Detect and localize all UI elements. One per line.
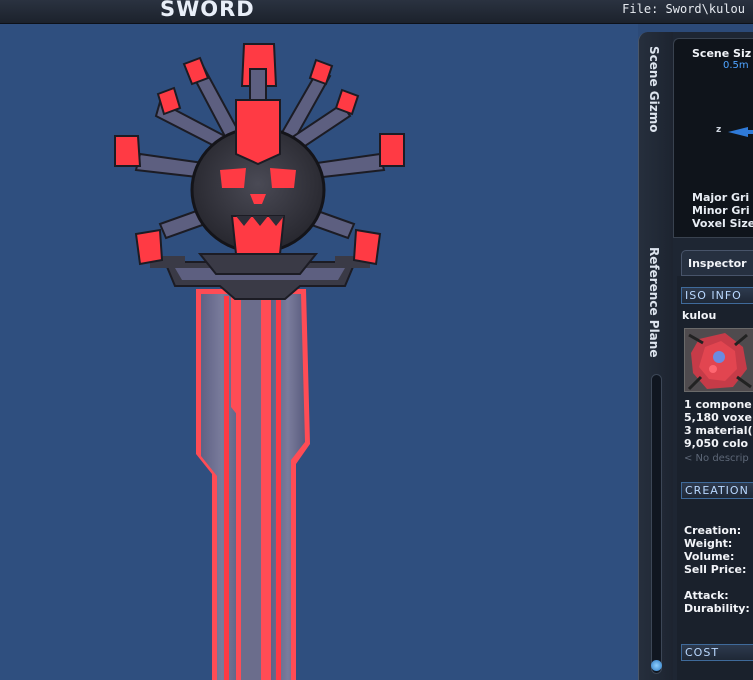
major-grid-label: Major Gri: [692, 191, 750, 204]
stat-voxels: 5,180 voxe: [684, 411, 752, 424]
axis-arrow-stem: [748, 130, 753, 134]
cost-header[interactable]: COST: [681, 644, 753, 661]
right-panel: Scene Gizmo Reference Plane Scene Siz 0.…: [638, 32, 753, 680]
stat-colors: 9,050 colo: [684, 437, 749, 450]
stat-materials: 3 material(: [684, 424, 753, 437]
slider-handle[interactable]: [651, 660, 662, 671]
z-axis-label: z: [716, 125, 722, 135]
minor-grid-label: Minor Gri: [692, 204, 750, 217]
cost-label: COST: [685, 646, 720, 659]
creation-header[interactable]: CREATION: [681, 482, 753, 499]
field-weight: Weight:: [684, 537, 733, 550]
scene-size-label: Scene Siz: [692, 47, 752, 60]
tab-reference-plane[interactable]: Reference Plane: [647, 247, 661, 357]
description-placeholder[interactable]: < No descrip: [684, 453, 749, 464]
creation-label: CREATION: [685, 484, 749, 497]
tab-scene-gizmo[interactable]: Scene Gizmo: [647, 46, 661, 132]
axis-arrow-icon[interactable]: [728, 127, 748, 137]
iso-thumbnail: [684, 328, 753, 392]
top-bar: SWORD File: Sword\kulou: [0, 0, 753, 24]
inspector-tab-label: Inspector: [688, 257, 747, 270]
iso-name: kulou: [682, 309, 717, 322]
field-durability: Durability:: [684, 602, 750, 615]
voxel-size-label: Voxel Size: [692, 217, 753, 230]
scene-gizmo-panel: Scene Siz 0.5m z Major Gri Minor Gri Vox…: [673, 38, 753, 238]
3d-viewport[interactable]: [0, 24, 638, 680]
tab-inspector[interactable]: Inspector: [681, 250, 753, 276]
field-volume: Volume:: [684, 550, 735, 563]
sword-blade: [196, 289, 310, 680]
vertical-tab-strip: Scene Gizmo Reference Plane: [639, 32, 673, 680]
reference-plane-slider[interactable]: [651, 374, 662, 674]
editor-title: SWORD: [160, 0, 255, 21]
field-creation: Creation:: [684, 524, 742, 537]
iso-info-label: ISO INFO: [685, 289, 742, 302]
field-sell-price: Sell Price:: [684, 563, 747, 576]
field-attack: Attack:: [684, 589, 729, 602]
stat-components: 1 compone: [684, 398, 752, 411]
iso-info-header[interactable]: ISO INFO: [681, 287, 753, 304]
scene-size-value: 0.5m: [723, 60, 749, 71]
sword-model: [114, 43, 405, 680]
skull-head: [190, 99, 326, 275]
file-path-label: File: Sword\kulou: [622, 2, 745, 16]
